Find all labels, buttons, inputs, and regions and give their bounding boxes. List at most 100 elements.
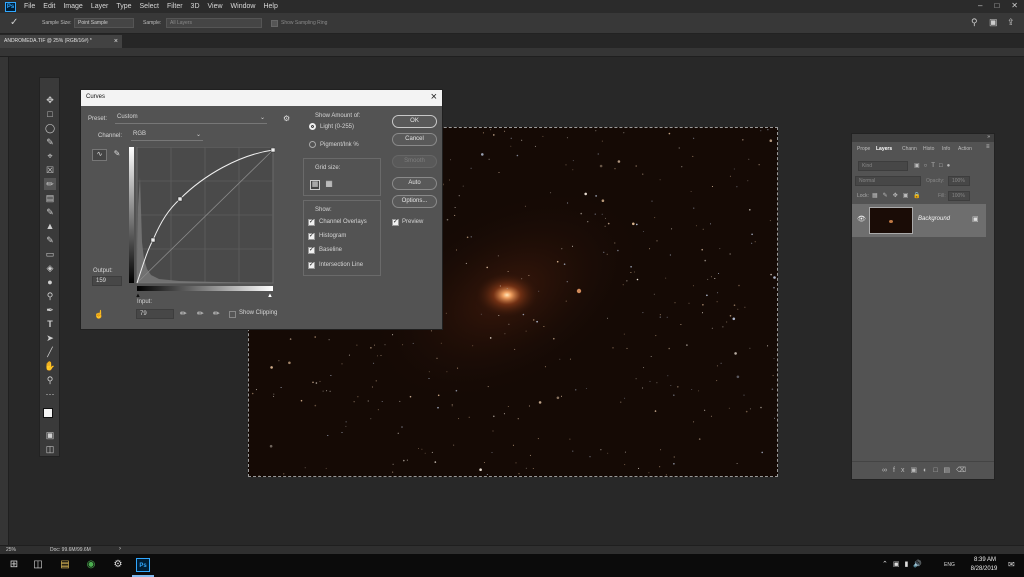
tray-icons[interactable]: ⌃▣▮🔊 [882, 560, 927, 568]
pencil-tool-icon[interactable]: ✎ [111, 149, 123, 161]
document-tab[interactable]: ANDROMEDA.TIF @ 25% (RGB/16#) * × [0, 35, 122, 48]
baseline-checkbox[interactable]: ✓ [308, 247, 315, 254]
menu-filter[interactable]: Filter [167, 3, 183, 10]
quick-mask-icon[interactable]: ▣ [44, 429, 56, 441]
preset-select[interactable]: Custom ⌄ [115, 114, 267, 124]
show-clipping-checkbox[interactable] [229, 311, 236, 318]
add-mask-icon[interactable]: ▣ [910, 467, 923, 474]
tab-actions[interactable]: Action [958, 146, 972, 152]
new-group-icon[interactable]: □ [933, 467, 943, 474]
channel-overlays-checkbox[interactable]: ✓ [308, 219, 315, 226]
share-icon[interactable]: ⇪ [1007, 17, 1015, 28]
gray-eyedropper-icon[interactable]: ✏ [197, 309, 204, 318]
adjustment-layer-icon[interactable]: ◐ [923, 467, 933, 474]
zoom-level[interactable]: 25% [6, 547, 16, 553]
simple-grid-icon[interactable]: ▦ [310, 180, 320, 190]
curves-titlebar[interactable]: Curves × [81, 90, 442, 106]
marquee-tool-icon[interactable]: □ [44, 108, 56, 120]
input-field[interactable]: 79 [136, 309, 174, 319]
filter-icons[interactable]: ▣○T□● [914, 162, 954, 169]
layer-row-background[interactable]: 👁 Background ▣ [852, 204, 986, 237]
tab-info[interactable]: Info [942, 146, 950, 152]
menu-image[interactable]: Image [63, 3, 82, 10]
clone-stamp-tool-icon[interactable]: ▲ [44, 220, 56, 232]
language-indicator[interactable]: ENG [944, 562, 955, 568]
workspace-icon[interactable]: ▣ [989, 17, 998, 28]
clock-date[interactable]: 8/28/2019 [966, 566, 1002, 572]
maximize-icon[interactable]: □ [994, 1, 999, 10]
chrome-icon[interactable]: ◉ [84, 558, 98, 572]
file-explorer-icon[interactable]: ▤ [58, 558, 72, 572]
targeted-adjustment-icon[interactable]: ☝ [94, 310, 104, 319]
eraser-tool-icon[interactable]: ▭ [44, 248, 56, 260]
curve-point-tool-icon[interactable]: ∿ [92, 149, 107, 161]
foreground-color-swatch[interactable] [43, 408, 53, 418]
white-point-slider[interactable]: ▲ [267, 293, 273, 299]
delete-layer-icon[interactable]: ⌫ [956, 467, 972, 474]
menu-window[interactable]: Window [231, 3, 256, 10]
layer-name[interactable]: Background [918, 216, 950, 222]
tab-properties[interactable]: Prope [857, 146, 870, 152]
menu-edit[interactable]: Edit [43, 3, 55, 10]
channel-select[interactable]: RGB ⌄ [131, 131, 203, 141]
menu-3d[interactable]: 3D [191, 3, 200, 10]
link-layers-icon[interactable]: ∞ [882, 467, 893, 474]
fx-icon[interactable]: fx [893, 467, 910, 474]
show-sampling-ring-checkbox[interactable] [271, 20, 278, 27]
sample-select[interactable]: All Layers [166, 18, 262, 28]
doc-info[interactable]: Doc: 99.6M/99.6M [50, 547, 91, 553]
quick-select-tool-icon[interactable]: ✎ [44, 136, 56, 148]
notifications-icon[interactable]: ✉ [1008, 560, 1015, 569]
screen-mode-icon[interactable]: ◫ [44, 443, 56, 455]
eyedropper-tool-icon[interactable]: ✏ [44, 178, 56, 190]
windows-start-icon[interactable]: ⊞ [7, 558, 21, 572]
panel-menu-icon[interactable]: ≡ [986, 144, 990, 150]
lock-icons[interactable]: ▦✎✥▣🔒 [872, 192, 926, 199]
menu-select[interactable]: Select [140, 3, 159, 10]
close-window-icon[interactable]: ✕ [1011, 1, 1018, 10]
auto-button[interactable]: Auto [392, 177, 437, 190]
tab-layers[interactable]: Layers [876, 146, 892, 152]
paint-bucket-tool-icon[interactable]: ◈ [44, 262, 56, 274]
dodge-tool-icon[interactable]: ⚲ [44, 290, 56, 302]
curves-graph[interactable] [129, 147, 275, 293]
zoom-tool-icon[interactable]: ⚲ [44, 374, 56, 386]
close-tab-icon[interactable]: × [114, 35, 118, 48]
history-brush-tool-icon[interactable]: ✎ [44, 234, 56, 246]
histogram-checkbox[interactable]: ✓ [308, 233, 315, 240]
blend-mode-select[interactable]: Normal [855, 176, 921, 186]
photoshop-taskbar-icon[interactable]: Ps [136, 558, 150, 572]
crop-tool-icon[interactable]: ⌖ [44, 150, 56, 162]
close-icon[interactable]: × [431, 91, 437, 103]
status-arrow-icon[interactable]: › [119, 546, 121, 552]
pen-tool-icon[interactable]: ✒ [44, 304, 56, 316]
task-view-icon[interactable]: ◫ [31, 558, 45, 572]
options-button[interactable]: Options... [392, 195, 437, 208]
output-field[interactable]: 159 [92, 276, 122, 286]
pigment-radio[interactable] [309, 141, 316, 148]
brush-tool-icon[interactable]: ✎ [44, 206, 56, 218]
menu-layer[interactable]: Layer [91, 3, 109, 10]
more-tools-icon[interactable]: ⋯ [44, 388, 56, 400]
black-eyedropper-icon[interactable]: ✏ [180, 309, 187, 318]
sample-size-select[interactable]: Point Sample [74, 18, 134, 28]
path-selection-tool-icon[interactable]: ➤ [44, 332, 56, 344]
frame-tool-icon[interactable]: ☒ [44, 164, 56, 176]
tab-histogram[interactable]: Histo [923, 146, 934, 152]
white-eyedropper-icon[interactable]: ✏ [213, 309, 220, 318]
clock-time[interactable]: 8:39 AM [968, 557, 1002, 563]
menu-view[interactable]: View [208, 3, 223, 10]
tab-channels[interactable]: Chann [902, 146, 917, 152]
detailed-grid-icon[interactable]: ▦ [324, 180, 334, 190]
visibility-eye-icon[interactable]: 👁 [857, 215, 866, 223]
preview-checkbox[interactable]: ✓ [392, 219, 399, 226]
fill-field[interactable]: 100% [948, 191, 970, 201]
line-tool-icon[interactable]: ╱ [44, 346, 56, 358]
opacity-field[interactable]: 100% [948, 176, 970, 186]
menu-file[interactable]: File [24, 3, 35, 10]
new-layer-icon[interactable]: ▤ [944, 467, 957, 474]
intersection-line-checkbox[interactable]: ✓ [308, 262, 315, 269]
light-radio[interactable] [309, 123, 316, 130]
search-icon[interactable]: ⚲ [971, 17, 978, 28]
menu-type[interactable]: Type [116, 3, 131, 10]
